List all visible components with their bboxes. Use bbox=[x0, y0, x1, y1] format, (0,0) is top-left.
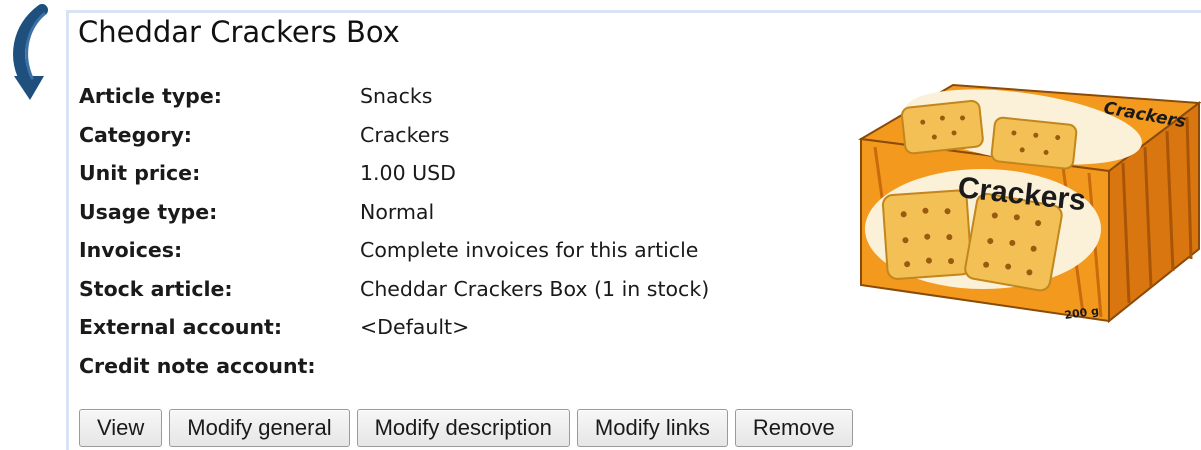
property-value: Normal bbox=[360, 199, 435, 224]
product-image: Crackers Crackers 200 g bbox=[857, 83, 1201, 324]
property-row-credit-note-account: Credit note account: bbox=[79, 347, 839, 386]
property-label: Stock article: bbox=[79, 276, 233, 301]
property-value: <Default> bbox=[360, 315, 470, 340]
property-row-external-account: External account: <Default> bbox=[79, 308, 839, 347]
property-label: Article type: bbox=[79, 84, 222, 109]
property-row-usage-type: Usage type: Normal bbox=[79, 193, 839, 232]
article-title: Cheddar Crackers Box bbox=[78, 15, 400, 49]
property-label: Credit note account: bbox=[79, 353, 316, 378]
remove-button[interactable]: Remove bbox=[734, 409, 853, 447]
modify-links-button[interactable]: Modify links bbox=[576, 409, 728, 447]
property-row-article-type: Article type: Snacks bbox=[79, 77, 839, 116]
property-row-stock-article: Stock article: Cheddar Crackers Box (1 i… bbox=[79, 270, 839, 309]
properties-table: Article type: Snacks Category: Crackers … bbox=[79, 77, 839, 385]
property-row-unit-price: Unit price: 1.00 USD bbox=[79, 154, 839, 193]
property-value: Complete invoices for this article bbox=[360, 238, 699, 263]
article-panel: Cheddar Crackers Box Article type: Snack… bbox=[66, 10, 1201, 450]
property-label: Usage type: bbox=[79, 199, 218, 224]
property-value: 1.00 USD bbox=[360, 161, 456, 186]
action-toolbar: View Modify general Modify description M… bbox=[79, 409, 853, 447]
property-value: Snacks bbox=[360, 84, 433, 109]
property-value: Cheddar Crackers Box (1 in stock) bbox=[360, 276, 710, 301]
back-arrow-icon bbox=[13, 4, 48, 100]
property-label: Invoices: bbox=[79, 238, 183, 263]
property-row-invoices: Invoices: Complete invoices for this art… bbox=[79, 231, 839, 270]
property-value: Crackers bbox=[360, 122, 450, 147]
property-label: Unit price: bbox=[79, 161, 201, 186]
modify-description-button[interactable]: Modify description bbox=[356, 409, 570, 447]
view-button[interactable]: View bbox=[79, 409, 163, 447]
property-row-category: Category: Crackers bbox=[79, 116, 839, 155]
property-label: External account: bbox=[79, 315, 283, 340]
property-label: Category: bbox=[79, 122, 193, 147]
modify-general-button[interactable]: Modify general bbox=[169, 409, 350, 447]
